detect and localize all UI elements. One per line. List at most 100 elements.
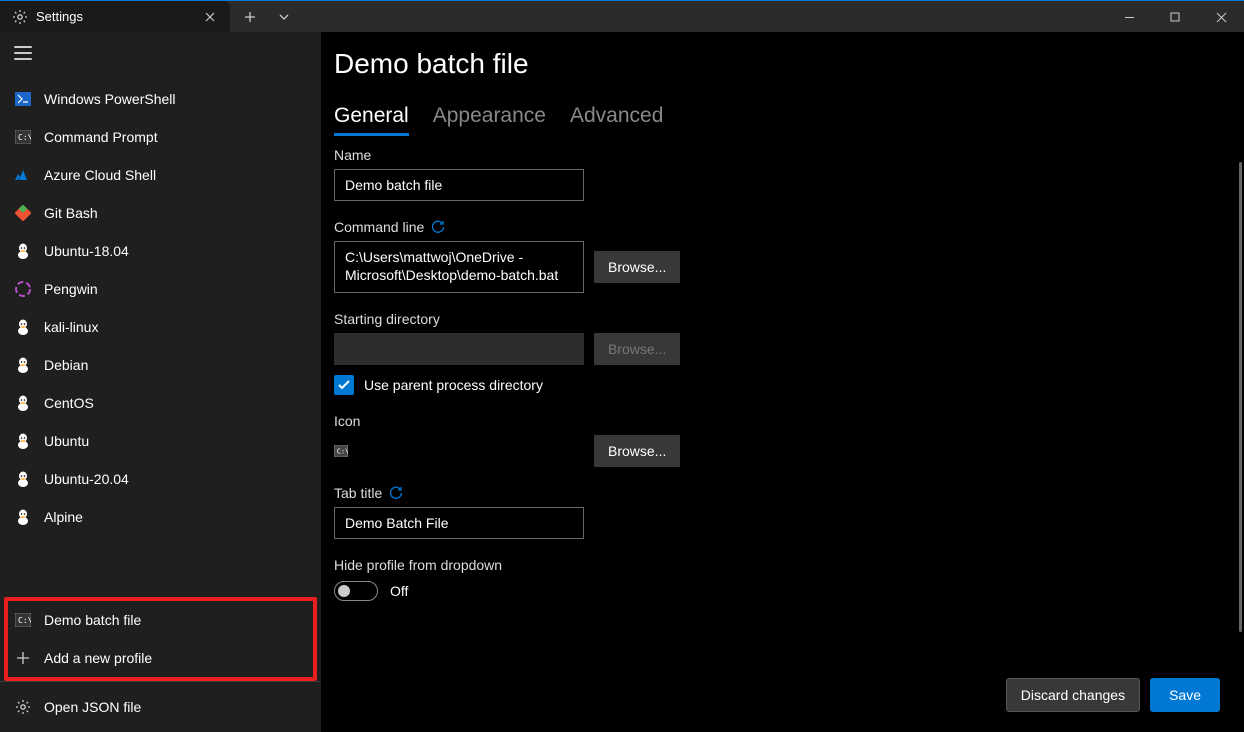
sidebar-item-label: Command Prompt [44, 129, 158, 145]
gear-icon [12, 9, 28, 25]
close-window-button[interactable] [1198, 1, 1244, 33]
field-hide: Hide profile from dropdown Off [334, 557, 1216, 601]
reset-icon[interactable] [388, 485, 404, 501]
open-json-label: Open JSON file [44, 699, 141, 715]
browse-icon-button[interactable]: Browse... [594, 435, 680, 467]
name-label: Name [334, 147, 1216, 163]
highlighted-section: C:\ Demo batch file Add a new profile [4, 597, 317, 681]
linux-icon [14, 432, 32, 450]
sidebar-item-ubuntu1804[interactable]: Ubuntu-18.04 [4, 232, 317, 270]
field-name: Name [334, 147, 1216, 201]
tabtitle-input[interactable] [334, 507, 584, 539]
sidebar-item-label: Alpine [44, 509, 83, 525]
tab-appearance[interactable]: Appearance [433, 104, 546, 134]
icon-label: Icon [334, 413, 1216, 429]
name-input[interactable] [334, 169, 584, 201]
plus-icon [14, 649, 32, 667]
browse-commandline-button[interactable]: Browse... [594, 251, 680, 283]
titlebar-actions [230, 1, 304, 32]
new-tab-button[interactable] [234, 3, 266, 31]
field-commandline: Command line C:\Users\mattwoj\OneDrive -… [334, 219, 1216, 293]
sidebar-item-azure[interactable]: Azure Cloud Shell [4, 156, 317, 194]
discard-button[interactable]: Discard changes [1006, 678, 1140, 712]
linux-icon [14, 470, 32, 488]
sidebar-item-label: Ubuntu-18.04 [44, 243, 129, 259]
hide-toggle[interactable] [334, 581, 378, 601]
sidebar-item-gitbash[interactable]: Git Bash [4, 194, 317, 232]
commandline-label-text: Command line [334, 219, 424, 235]
tab-general[interactable]: General [334, 104, 409, 134]
svg-text:C:\: C:\ [18, 133, 31, 142]
sidebar-item-pengwin[interactable]: Pengwin [4, 270, 317, 308]
sidebar-item-label: kali-linux [44, 319, 98, 335]
pengwin-icon [14, 280, 32, 298]
sidebar-item-ubuntu2004[interactable]: Ubuntu-20.04 [4, 460, 317, 498]
sidebar-item-label: CentOS [44, 395, 94, 411]
sidebar-item-demo-batch[interactable]: C:\ Demo batch file [8, 601, 313, 639]
commandline-label: Command line [334, 219, 1216, 235]
sidebar-item-add-profile[interactable]: Add a new profile [8, 639, 313, 677]
sidebar-item-label: Windows PowerShell [44, 91, 176, 107]
linux-icon [14, 508, 32, 526]
svg-text:C:\: C:\ [337, 448, 348, 456]
sidebar-item-label: Ubuntu-20.04 [44, 471, 129, 487]
sidebar-item-cmd[interactable]: C:\ Command Prompt [4, 118, 317, 156]
hide-label: Hide profile from dropdown [334, 557, 1216, 573]
toggle-state-label: Off [390, 583, 408, 599]
azure-icon [14, 166, 32, 184]
sidebar-item-label: Demo batch file [44, 612, 141, 628]
scrollbar[interactable] [1239, 162, 1242, 632]
sidebar-item-label: Add a new profile [44, 650, 152, 666]
tabtitle-label-text: Tab title [334, 485, 382, 501]
cmd-icon: C:\ [14, 611, 32, 629]
sidebar-item-debian[interactable]: Debian [4, 346, 317, 384]
open-json-button[interactable]: Open JSON file [4, 688, 317, 726]
hamburger-button[interactable] [0, 32, 321, 74]
powershell-icon [14, 90, 32, 108]
tabtitle-label: Tab title [334, 485, 1216, 501]
tabs: General Appearance Advanced [334, 104, 1216, 135]
field-tabtitle: Tab title [334, 485, 1216, 539]
titlebar: Settings [0, 0, 1244, 32]
minimize-button[interactable] [1106, 1, 1152, 33]
field-startdir: Starting directory Browse... Use parent … [334, 311, 1216, 395]
sidebar-item-label: Azure Cloud Shell [44, 167, 156, 183]
linux-icon [14, 242, 32, 260]
sidebar-item-label: Debian [44, 357, 88, 373]
linux-icon [14, 318, 32, 336]
linux-icon [14, 394, 32, 412]
sidebar-item-label: Git Bash [44, 205, 98, 221]
sidebar-item-ubuntu[interactable]: Ubuntu [4, 422, 317, 460]
main-panel: Demo batch file General Appearance Advan… [322, 32, 1244, 732]
gear-icon [14, 698, 32, 716]
close-icon[interactable] [198, 5, 222, 29]
maximize-button[interactable] [1152, 1, 1198, 33]
use-parent-row: Use parent process directory [334, 375, 1216, 395]
gitbash-icon [14, 204, 32, 222]
sidebar-item-label: Pengwin [44, 281, 98, 297]
sidebar-bottom: Open JSON file [0, 681, 321, 732]
footer: Discard changes Save [322, 668, 1244, 732]
use-parent-checkbox[interactable] [334, 375, 354, 395]
browse-startdir-button[interactable]: Browse... [594, 333, 680, 365]
save-button[interactable]: Save [1150, 678, 1220, 712]
tab-advanced[interactable]: Advanced [570, 104, 663, 134]
startdir-label: Starting directory [334, 311, 1216, 327]
sidebar-item-powershell[interactable]: Windows PowerShell [4, 80, 317, 118]
tab-dropdown-button[interactable] [268, 3, 300, 31]
startdir-input[interactable] [334, 333, 584, 365]
tab-settings[interactable]: Settings [0, 1, 230, 32]
page-title: Demo batch file [334, 48, 1216, 80]
linux-icon [14, 356, 32, 374]
icon-input[interactable]: C:\ [334, 435, 584, 467]
sidebar-item-alpine[interactable]: Alpine [4, 498, 317, 536]
sidebar-item-centos[interactable]: CentOS [4, 384, 317, 422]
cmd-icon: C:\ [14, 128, 32, 146]
hamburger-icon [14, 46, 32, 60]
sidebar-list: Windows PowerShell C:\ Command Prompt Az… [0, 74, 321, 597]
reset-icon[interactable] [430, 219, 446, 235]
cmd-icon: C:\ [334, 445, 348, 457]
commandline-input[interactable]: C:\Users\mattwoj\OneDrive - Microsoft\De… [334, 241, 584, 293]
svg-text:C:\: C:\ [18, 616, 31, 625]
sidebar-item-kali[interactable]: kali-linux [4, 308, 317, 346]
